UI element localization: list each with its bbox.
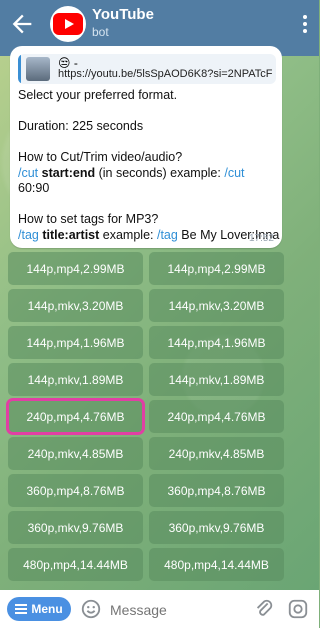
format-button[interactable]: 144p,mp4,1.96MB — [149, 326, 284, 359]
cut-syntax: start:end — [38, 165, 96, 180]
format-button[interactable]: 360p,mp4,8.76MB — [149, 474, 284, 507]
chat-title[interactable]: YouTube — [92, 6, 154, 23]
menu-lines-icon — [15, 604, 28, 614]
cut-syntax-desc: (in seconds) example: — [95, 165, 225, 180]
reply-preview[interactable]: 😒 - https://youtu.be/5lsSpAOD6K8?si=2NPA… — [18, 54, 276, 84]
camera-icon[interactable] — [287, 598, 309, 620]
message-input[interactable] — [108, 596, 242, 624]
reply-thumbnail — [26, 57, 50, 81]
format-button[interactable]: 144p,mkv,3.20MB — [8, 289, 143, 322]
tag-example-command-link[interactable]: /tag — [157, 228, 178, 242]
menu-button[interactable]: Menu — [7, 597, 71, 621]
bot-message-bubble: 😒 - https://youtu.be/5lsSpAOD6K8?si=2NPA… — [10, 46, 282, 248]
tag-help-heading: How to set tags for MP3? — [18, 212, 159, 226]
format-button[interactable]: 360p,mp4,8.76MB — [8, 474, 143, 507]
format-button[interactable]: 144p,mkv,1.89MB — [8, 363, 143, 396]
emoji-icon[interactable] — [80, 598, 102, 620]
cut-example-value: 60:90 — [18, 181, 50, 195]
reply-accent-bar — [18, 54, 21, 84]
format-button[interactable]: 480p,mp4,14.44MB — [8, 548, 143, 581]
chat-subtitle: bot — [92, 25, 109, 39]
cut-help-heading: How to Cut/Trim video/audio? — [18, 150, 183, 164]
message-composer: Menu — [0, 590, 319, 628]
message-time: 17:52 — [248, 233, 274, 244]
format-button[interactable]: 144p,mp4,2.99MB — [8, 252, 143, 285]
format-button[interactable]: 144p,mkv,3.20MB — [149, 289, 284, 322]
more-vertical-icon[interactable] — [301, 12, 309, 36]
format-button[interactable]: 144p,mp4,2.99MB — [149, 252, 284, 285]
format-button[interactable]: 480p,mp4,14.44MB — [149, 548, 284, 581]
format-button[interactable]: 144p,mp4,1.96MB — [8, 326, 143, 359]
tag-syntax: title:artist — [38, 227, 100, 242]
format-button[interactable]: 360p,mkv,9.76MB — [8, 511, 143, 544]
format-button[interactable]: 240p,mkv,4.85MB — [149, 437, 284, 470]
reply-link: https://youtu.be/5lsSpAOD6K8?si=2NPATcF.… — [58, 68, 272, 80]
format-button[interactable]: 360p,mkv,9.76MB — [149, 511, 284, 544]
message-text: Select your preferred format. Duration: … — [18, 88, 280, 243]
format-button[interactable]: 144p,mkv,1.89MB — [149, 363, 284, 396]
tag-command-link[interactable]: /tag — [18, 228, 39, 242]
select-format-line: Select your preferred format. — [18, 88, 178, 102]
tag-syntax-desc: example: — [99, 227, 157, 242]
format-button[interactable]: 240p,mkv,4.85MB — [8, 437, 143, 470]
youtube-logo-icon — [53, 13, 83, 35]
duration-line: Duration: 225 seconds — [18, 119, 144, 133]
format-button-highlighted[interactable]: 240p,mp4,4.76MB — [6, 398, 145, 435]
bot-avatar[interactable] — [50, 6, 86, 42]
cut-command-link[interactable]: /cut — [18, 166, 38, 180]
paperclip-icon[interactable] — [253, 598, 275, 620]
back-arrow-icon[interactable] — [8, 10, 36, 38]
menu-button-label: Menu — [31, 602, 63, 616]
format-button[interactable]: 240p,mp4,4.76MB — [149, 400, 284, 433]
format-keyboard: 144p,mp4,2.99MB 144p,mp4,2.99MB 144p,mkv… — [6, 252, 311, 584]
cut-example-command-link[interactable]: /cut — [224, 166, 244, 180]
